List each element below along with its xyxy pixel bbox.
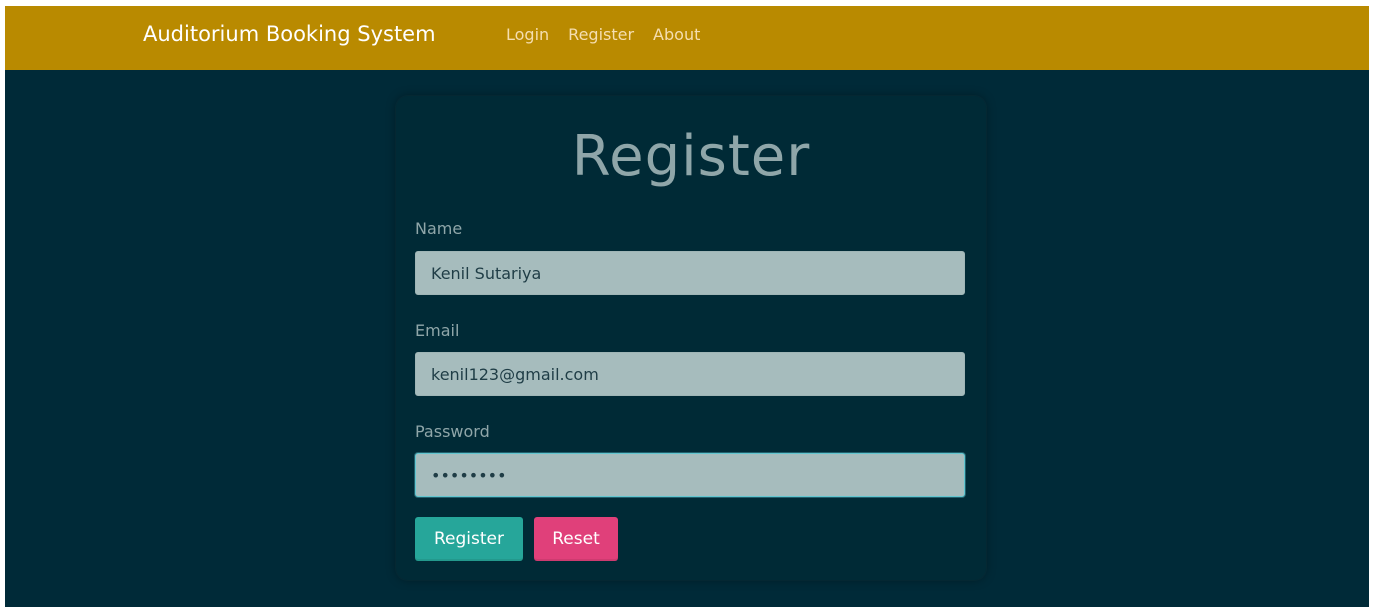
- nav-link-login[interactable]: Login: [506, 25, 549, 44]
- email-label: Email: [415, 321, 460, 340]
- register-card: Register Name Email Password Register Re…: [396, 96, 986, 580]
- password-field[interactable]: [415, 453, 965, 497]
- page-title: Register: [571, 124, 811, 189]
- brand-title[interactable]: Auditorium Booking System: [143, 22, 436, 46]
- nav-link-about[interactable]: About: [653, 25, 700, 44]
- nav-link-register[interactable]: Register: [568, 25, 634, 44]
- nav-links: Login Register About: [506, 25, 700, 44]
- app-frame: Auditorium Booking System Login Register…: [5, 6, 1369, 607]
- email-field[interactable]: [415, 352, 965, 396]
- name-label: Name: [415, 219, 463, 238]
- register-button[interactable]: Register: [415, 517, 523, 561]
- top-navbar: Auditorium Booking System Login Register…: [5, 6, 1369, 70]
- password-label: Password: [415, 422, 490, 441]
- reset-button[interactable]: Reset: [534, 517, 618, 561]
- name-field[interactable]: [415, 251, 965, 295]
